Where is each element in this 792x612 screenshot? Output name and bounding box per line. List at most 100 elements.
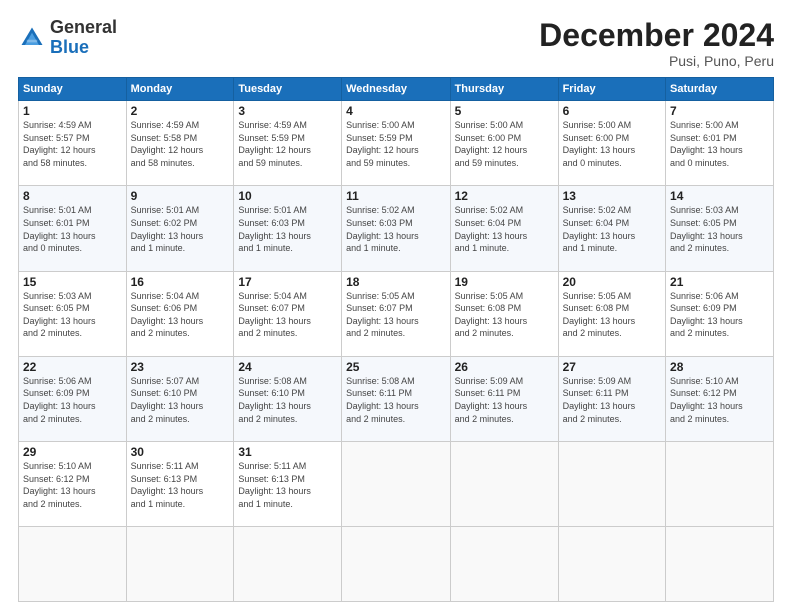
table-row [666,527,774,602]
day-number: 27 [563,360,661,374]
day-number: 15 [23,275,122,289]
day-info: Sunrise: 5:10 AM Sunset: 6:12 PM Dayligh… [23,460,122,510]
day-info: Sunrise: 5:10 AM Sunset: 6:12 PM Dayligh… [670,375,769,425]
day-number: 21 [670,275,769,289]
col-sunday: Sunday [19,78,127,101]
day-info: Sunrise: 5:06 AM Sunset: 6:09 PM Dayligh… [23,375,122,425]
day-number: 18 [346,275,445,289]
col-tuesday: Tuesday [234,78,342,101]
logo-general: General [50,18,117,38]
day-info: Sunrise: 5:02 AM Sunset: 6:04 PM Dayligh… [455,204,554,254]
table-row: 21Sunrise: 5:06 AM Sunset: 6:09 PM Dayli… [666,271,774,356]
day-info: Sunrise: 5:02 AM Sunset: 6:04 PM Dayligh… [563,204,661,254]
day-number: 23 [131,360,230,374]
table-row: 11Sunrise: 5:02 AM Sunset: 6:03 PM Dayli… [342,186,450,271]
day-number: 1 [23,104,122,118]
col-saturday: Saturday [666,78,774,101]
table-row: 8Sunrise: 5:01 AM Sunset: 6:01 PM Daylig… [19,186,127,271]
day-info: Sunrise: 5:02 AM Sunset: 6:03 PM Dayligh… [346,204,445,254]
day-number: 12 [455,189,554,203]
table-row: 27Sunrise: 5:09 AM Sunset: 6:11 PM Dayli… [558,356,665,441]
table-row: 24Sunrise: 5:08 AM Sunset: 6:10 PM Dayli… [234,356,342,441]
logo-icon [18,24,46,52]
day-number: 17 [238,275,337,289]
day-number: 16 [131,275,230,289]
day-info: Sunrise: 5:03 AM Sunset: 6:05 PM Dayligh… [670,204,769,254]
day-number: 4 [346,104,445,118]
table-row: 7Sunrise: 5:00 AM Sunset: 6:01 PM Daylig… [666,101,774,186]
day-number: 29 [23,445,122,459]
calendar-week-row: 8Sunrise: 5:01 AM Sunset: 6:01 PM Daylig… [19,186,774,271]
day-number: 7 [670,104,769,118]
day-info: Sunrise: 4:59 AM Sunset: 5:57 PM Dayligh… [23,119,122,169]
table-row: 9Sunrise: 5:01 AM Sunset: 6:02 PM Daylig… [126,186,234,271]
calendar-header-row: Sunday Monday Tuesday Wednesday Thursday… [19,78,774,101]
day-info: Sunrise: 5:03 AM Sunset: 6:05 PM Dayligh… [23,290,122,340]
day-info: Sunrise: 5:05 AM Sunset: 6:08 PM Dayligh… [563,290,661,340]
day-number: 30 [131,445,230,459]
col-wednesday: Wednesday [342,78,450,101]
table-row [126,527,234,602]
table-row: 19Sunrise: 5:05 AM Sunset: 6:08 PM Dayli… [450,271,558,356]
table-row [450,527,558,602]
col-thursday: Thursday [450,78,558,101]
location-subtitle: Pusi, Puno, Peru [539,53,774,69]
day-number: 11 [346,189,445,203]
table-row: 30Sunrise: 5:11 AM Sunset: 6:13 PM Dayli… [126,442,234,527]
main-title: December 2024 [539,18,774,53]
table-row: 28Sunrise: 5:10 AM Sunset: 6:12 PM Dayli… [666,356,774,441]
calendar-week-row: 15Sunrise: 5:03 AM Sunset: 6:05 PM Dayli… [19,271,774,356]
day-info: Sunrise: 5:07 AM Sunset: 6:10 PM Dayligh… [131,375,230,425]
day-number: 10 [238,189,337,203]
day-number: 14 [670,189,769,203]
logo: General Blue [18,18,117,58]
day-info: Sunrise: 5:00 AM Sunset: 5:59 PM Dayligh… [346,119,445,169]
day-number: 8 [23,189,122,203]
day-number: 9 [131,189,230,203]
day-info: Sunrise: 5:00 AM Sunset: 6:01 PM Dayligh… [670,119,769,169]
calendar-page: General Blue December 2024 Pusi, Puno, P… [0,0,792,612]
day-info: Sunrise: 5:09 AM Sunset: 6:11 PM Dayligh… [455,375,554,425]
day-info: Sunrise: 5:08 AM Sunset: 6:11 PM Dayligh… [346,375,445,425]
day-number: 20 [563,275,661,289]
table-row: 13Sunrise: 5:02 AM Sunset: 6:04 PM Dayli… [558,186,665,271]
col-monday: Monday [126,78,234,101]
day-number: 26 [455,360,554,374]
day-info: Sunrise: 5:06 AM Sunset: 6:09 PM Dayligh… [670,290,769,340]
day-info: Sunrise: 5:00 AM Sunset: 6:00 PM Dayligh… [563,119,661,169]
day-info: Sunrise: 5:05 AM Sunset: 6:07 PM Dayligh… [346,290,445,340]
day-info: Sunrise: 5:08 AM Sunset: 6:10 PM Dayligh… [238,375,337,425]
table-row [342,442,450,527]
table-row: 12Sunrise: 5:02 AM Sunset: 6:04 PM Dayli… [450,186,558,271]
table-row [342,527,450,602]
table-row: 31Sunrise: 5:11 AM Sunset: 6:13 PM Dayli… [234,442,342,527]
day-info: Sunrise: 5:11 AM Sunset: 6:13 PM Dayligh… [238,460,337,510]
table-row: 10Sunrise: 5:01 AM Sunset: 6:03 PM Dayli… [234,186,342,271]
day-info: Sunrise: 5:01 AM Sunset: 6:03 PM Dayligh… [238,204,337,254]
day-number: 24 [238,360,337,374]
day-info: Sunrise: 4:59 AM Sunset: 5:58 PM Dayligh… [131,119,230,169]
day-number: 25 [346,360,445,374]
day-number: 28 [670,360,769,374]
calendar-week-row: 1Sunrise: 4:59 AM Sunset: 5:57 PM Daylig… [19,101,774,186]
logo-blue: Blue [50,38,117,58]
table-row [19,527,127,602]
table-row: 15Sunrise: 5:03 AM Sunset: 6:05 PM Dayli… [19,271,127,356]
day-number: 13 [563,189,661,203]
day-info: Sunrise: 5:01 AM Sunset: 6:01 PM Dayligh… [23,204,122,254]
table-row: 4Sunrise: 5:00 AM Sunset: 5:59 PM Daylig… [342,101,450,186]
table-row: 5Sunrise: 5:00 AM Sunset: 6:00 PM Daylig… [450,101,558,186]
table-row [558,442,665,527]
day-info: Sunrise: 5:04 AM Sunset: 6:06 PM Dayligh… [131,290,230,340]
day-number: 3 [238,104,337,118]
table-row: 22Sunrise: 5:06 AM Sunset: 6:09 PM Dayli… [19,356,127,441]
table-row: 18Sunrise: 5:05 AM Sunset: 6:07 PM Dayli… [342,271,450,356]
calendar-week-row [19,527,774,602]
day-info: Sunrise: 5:05 AM Sunset: 6:08 PM Dayligh… [455,290,554,340]
calendar-table: Sunday Monday Tuesday Wednesday Thursday… [18,77,774,602]
title-block: December 2024 Pusi, Puno, Peru [539,18,774,69]
logo-text: General Blue [50,18,117,58]
day-info: Sunrise: 4:59 AM Sunset: 5:59 PM Dayligh… [238,119,337,169]
day-number: 5 [455,104,554,118]
day-info: Sunrise: 5:09 AM Sunset: 6:11 PM Dayligh… [563,375,661,425]
